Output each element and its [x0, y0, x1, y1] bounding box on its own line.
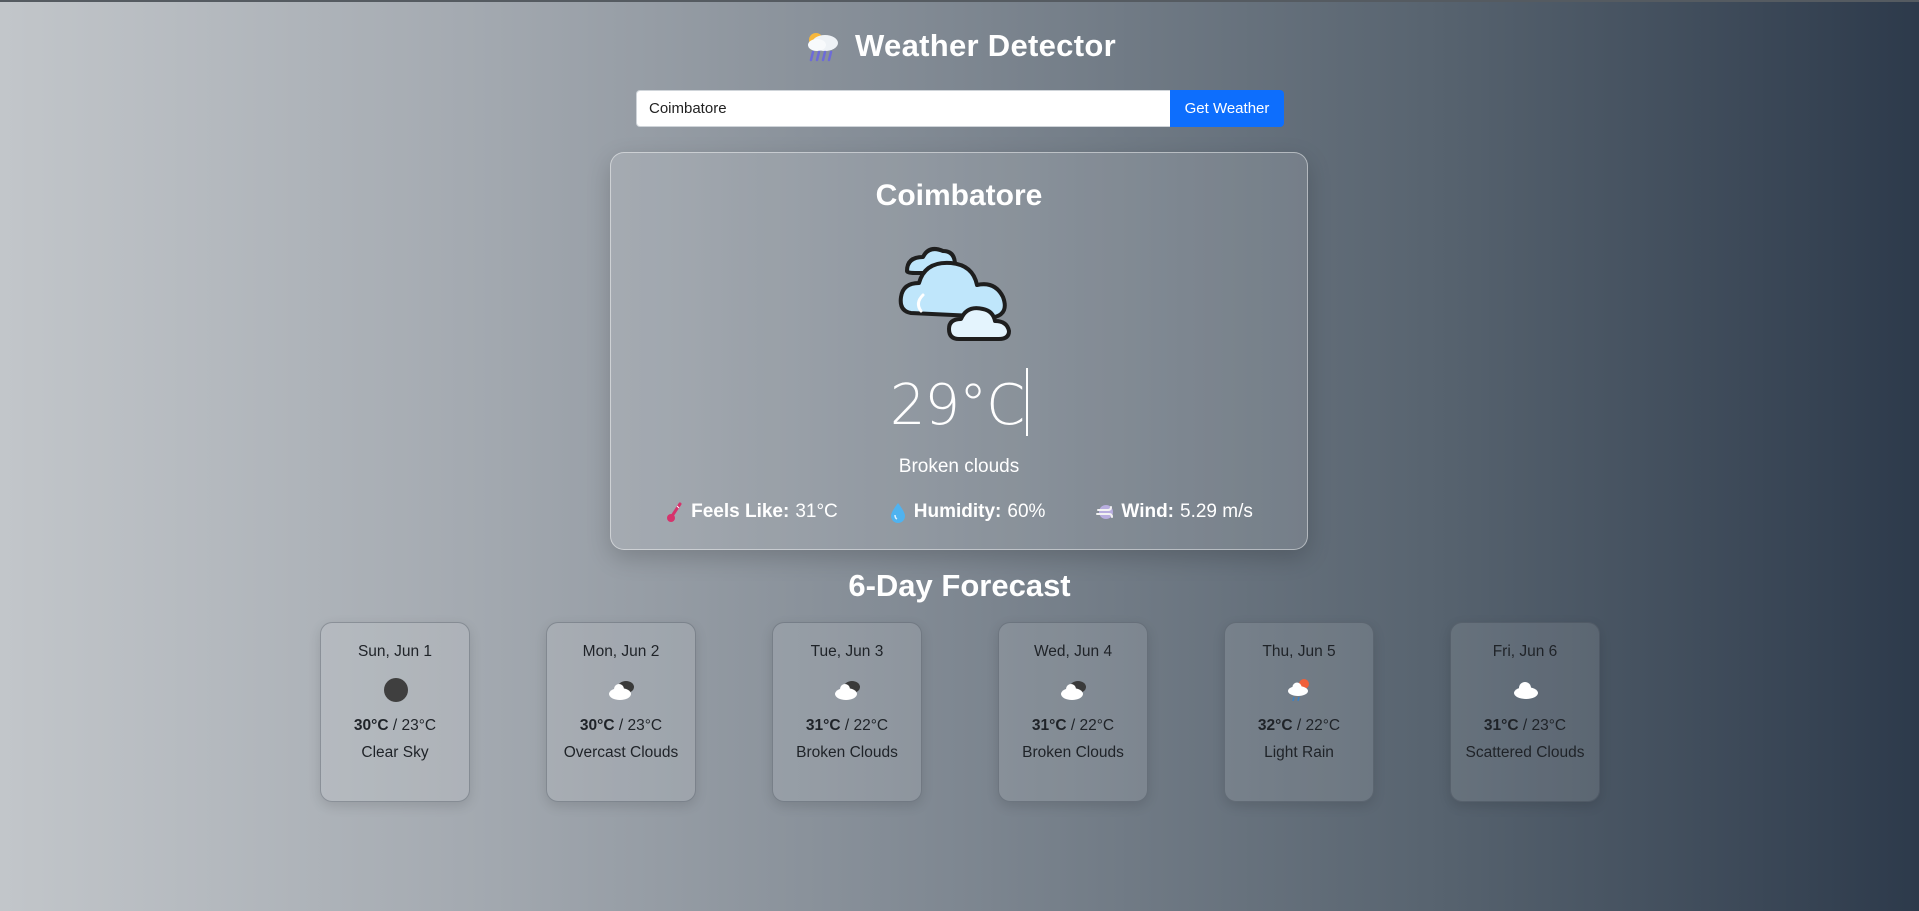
light-rain-icon: [1288, 679, 1309, 702]
weather-details: Feels Like: 31°C Humidity: 60% Wind: 5.2…: [611, 501, 1307, 523]
app-title: Weather Detector: [0, 28, 1919, 64]
thermometer-icon: [667, 502, 682, 522]
feels-like-label: Feels Like:: [691, 501, 790, 522]
feels-like-value: 31°C: [795, 501, 838, 522]
forecast-low: 22°C: [1305, 717, 1341, 734]
forecast-temps: 31°C / 23°C: [1483, 717, 1567, 734]
forecast-date: Thu, Jun 5: [1262, 643, 1336, 660]
forecast-low: 23°C: [401, 717, 437, 734]
current-temperature: 29°C: [611, 368, 1307, 438]
forecast-card: Fri, Jun 6 31°C / 23°C Scattered Clouds: [1450, 622, 1600, 802]
forecast-high: 31°C: [805, 717, 841, 734]
forecast-high: 31°C: [1031, 717, 1067, 734]
current-weather-card: Coimbatore 29°C Broken clouds Feels Like…: [610, 152, 1308, 550]
forecast-low: 22°C: [1079, 717, 1115, 734]
forecast-low: 23°C: [627, 717, 663, 734]
search-bar: Get Weather: [636, 90, 1284, 127]
temperature-value: 29°C: [889, 373, 1025, 438]
forecast-temps: 32°C / 22°C: [1257, 717, 1341, 734]
forecast-temps: 30°C / 23°C: [353, 717, 437, 734]
broken-clouds-icon: [1061, 681, 1086, 700]
wind-detail: Wind: 5.29 m/s: [1095, 501, 1253, 523]
forecast-card: Wed, Jun 4 31°C / 22°C Broken Clouds: [998, 622, 1148, 802]
wind-icon: [1096, 505, 1114, 519]
forecast-date: Mon, Jun 2: [582, 643, 660, 660]
wind-value: 5.29 m/s: [1180, 501, 1253, 522]
forecast-date: Tue, Jun 3: [810, 643, 884, 660]
clear-sky-icon: [384, 678, 408, 702]
wind-label: Wind:: [1121, 501, 1175, 522]
app-title-text: Weather Detector: [855, 28, 1116, 63]
forecast-high: 32°C: [1257, 717, 1293, 734]
forecast-high: 31°C: [1483, 717, 1519, 734]
forecast-date: Wed, Jun 4: [1033, 643, 1113, 660]
forecast-temps: 30°C / 23°C: [579, 717, 663, 734]
humidity-label: Humidity:: [913, 501, 1002, 522]
forecast-high: 30°C: [353, 717, 389, 734]
forecast-card: Tue, Jun 3 31°C / 22°C Broken Clouds: [772, 622, 922, 802]
forecast-description: Clear Sky: [361, 744, 429, 761]
text-cursor: [1026, 368, 1029, 436]
broken-clouds-icon: [835, 681, 860, 700]
broken-clouds-icon: [898, 247, 1011, 341]
forecast-temps: 31°C / 22°C: [805, 717, 889, 734]
city-name: Coimbatore: [875, 179, 1043, 212]
city-search-input[interactable]: [636, 90, 1170, 127]
forecast-high: 30°C: [579, 717, 615, 734]
forecast-description: Broken Clouds: [796, 744, 898, 761]
forecast-description: Overcast Clouds: [563, 744, 679, 761]
forecast-card: Thu, Jun 5 32°C / 22°C Light Rain: [1224, 622, 1374, 802]
cloud-rain-icon: [808, 33, 839, 62]
forecast-card: Mon, Jun 2 30°C / 23°C Overcast Clouds: [546, 622, 696, 802]
forecast-temps: 31°C / 22°C: [1031, 717, 1115, 734]
feels-like-detail: Feels Like: 31°C: [665, 501, 838, 523]
weather-description: Broken clouds: [898, 456, 1020, 477]
forecast-low: 22°C: [853, 717, 889, 734]
overcast-clouds-icon: [609, 681, 634, 700]
forecast-card: Sun, Jun 1 30°C / 23°C Clear Sky: [320, 622, 470, 802]
humidity-detail: Humidity: 60%: [888, 501, 1046, 523]
forecast-description: Scattered Clouds: [1465, 744, 1585, 761]
get-weather-button[interactable]: Get Weather: [1170, 90, 1284, 127]
scattered-clouds-icon: [1514, 682, 1538, 699]
forecast-title: 6-Day Forecast: [848, 568, 1071, 603]
humidity-value: 60%: [1007, 501, 1046, 522]
droplet-icon: [890, 503, 905, 523]
forecast-list: Sun, Jun 1 30°C / 23°C Clear Sky Mon, Ju…: [0, 622, 1919, 802]
forecast-date: Sun, Jun 1: [357, 643, 433, 660]
forecast-date: Fri, Jun 6: [1492, 643, 1558, 660]
forecast-description: Light Rain: [1264, 744, 1334, 761]
forecast-low: 23°C: [1531, 717, 1567, 734]
forecast-description: Broken Clouds: [1022, 744, 1124, 761]
